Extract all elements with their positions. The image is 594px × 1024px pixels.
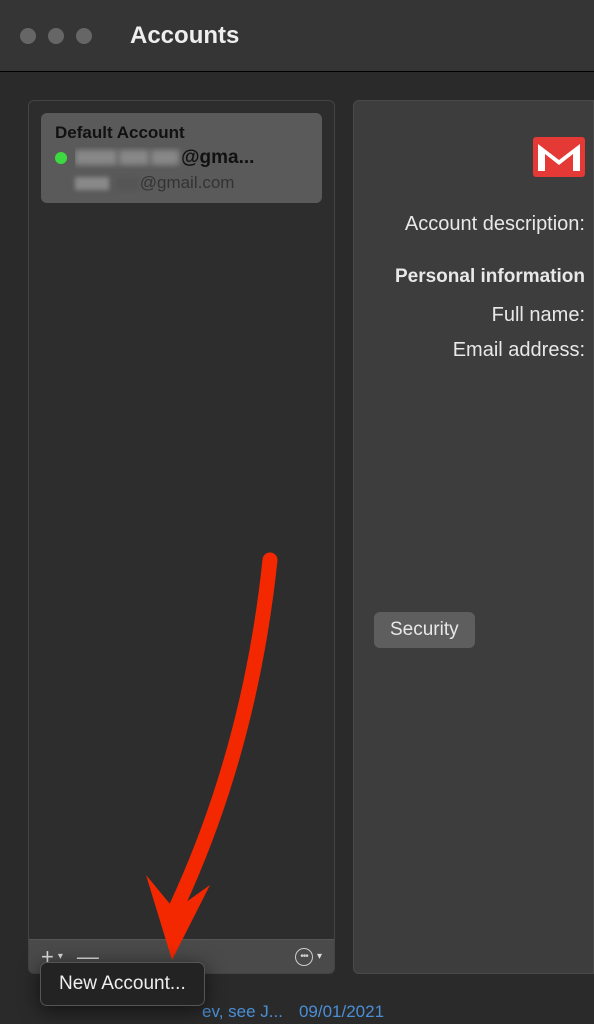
email-address-label: Email address: (372, 339, 593, 362)
account-list-item[interactable]: Default Account @gma... @gmail.com (41, 113, 322, 203)
account-description-label: Account description: (372, 213, 593, 236)
more-options-button[interactable]: ••• (291, 948, 317, 966)
more-options-dropdown-icon[interactable]: ▾ (317, 951, 326, 962)
security-button[interactable]: Security (374, 612, 475, 648)
default-account-label: Default Account (55, 123, 308, 143)
background-text-2: 09/01/2021 (299, 1002, 384, 1022)
gmail-icon (533, 137, 585, 177)
close-window-button[interactable] (20, 28, 36, 44)
full-name-label: Full name: (372, 304, 593, 327)
account-secondary-email: @gmail.com (75, 173, 308, 193)
window-controls (20, 28, 92, 44)
background-text-1: ev, see J... (202, 1002, 283, 1022)
titlebar: Accounts (0, 0, 594, 72)
ellipsis-icon: ••• (295, 948, 313, 966)
new-account-menu-item[interactable]: New Account... (51, 969, 194, 999)
window-title: Accounts (130, 22, 239, 50)
maximize-window-button[interactable] (76, 28, 92, 44)
account-detail-pane: Account description: Personal informatio… (353, 100, 594, 974)
add-account-menu: New Account... (40, 962, 205, 1006)
status-online-icon (55, 152, 67, 164)
minimize-window-button[interactable] (48, 28, 64, 44)
add-account-dropdown-icon[interactable]: ▾ (58, 951, 67, 962)
content-area: Default Account @gma... @gmail.com + ▾ —… (0, 72, 594, 974)
account-primary-row: @gma... (55, 147, 308, 169)
personal-information-header: Personal information (372, 266, 593, 288)
accounts-sidebar: Default Account @gma... @gmail.com + ▾ —… (28, 100, 335, 974)
account-primary-email: @gma... (75, 147, 254, 169)
background-window-fragment: ev, see J... 09/01/2021 (202, 1002, 384, 1022)
